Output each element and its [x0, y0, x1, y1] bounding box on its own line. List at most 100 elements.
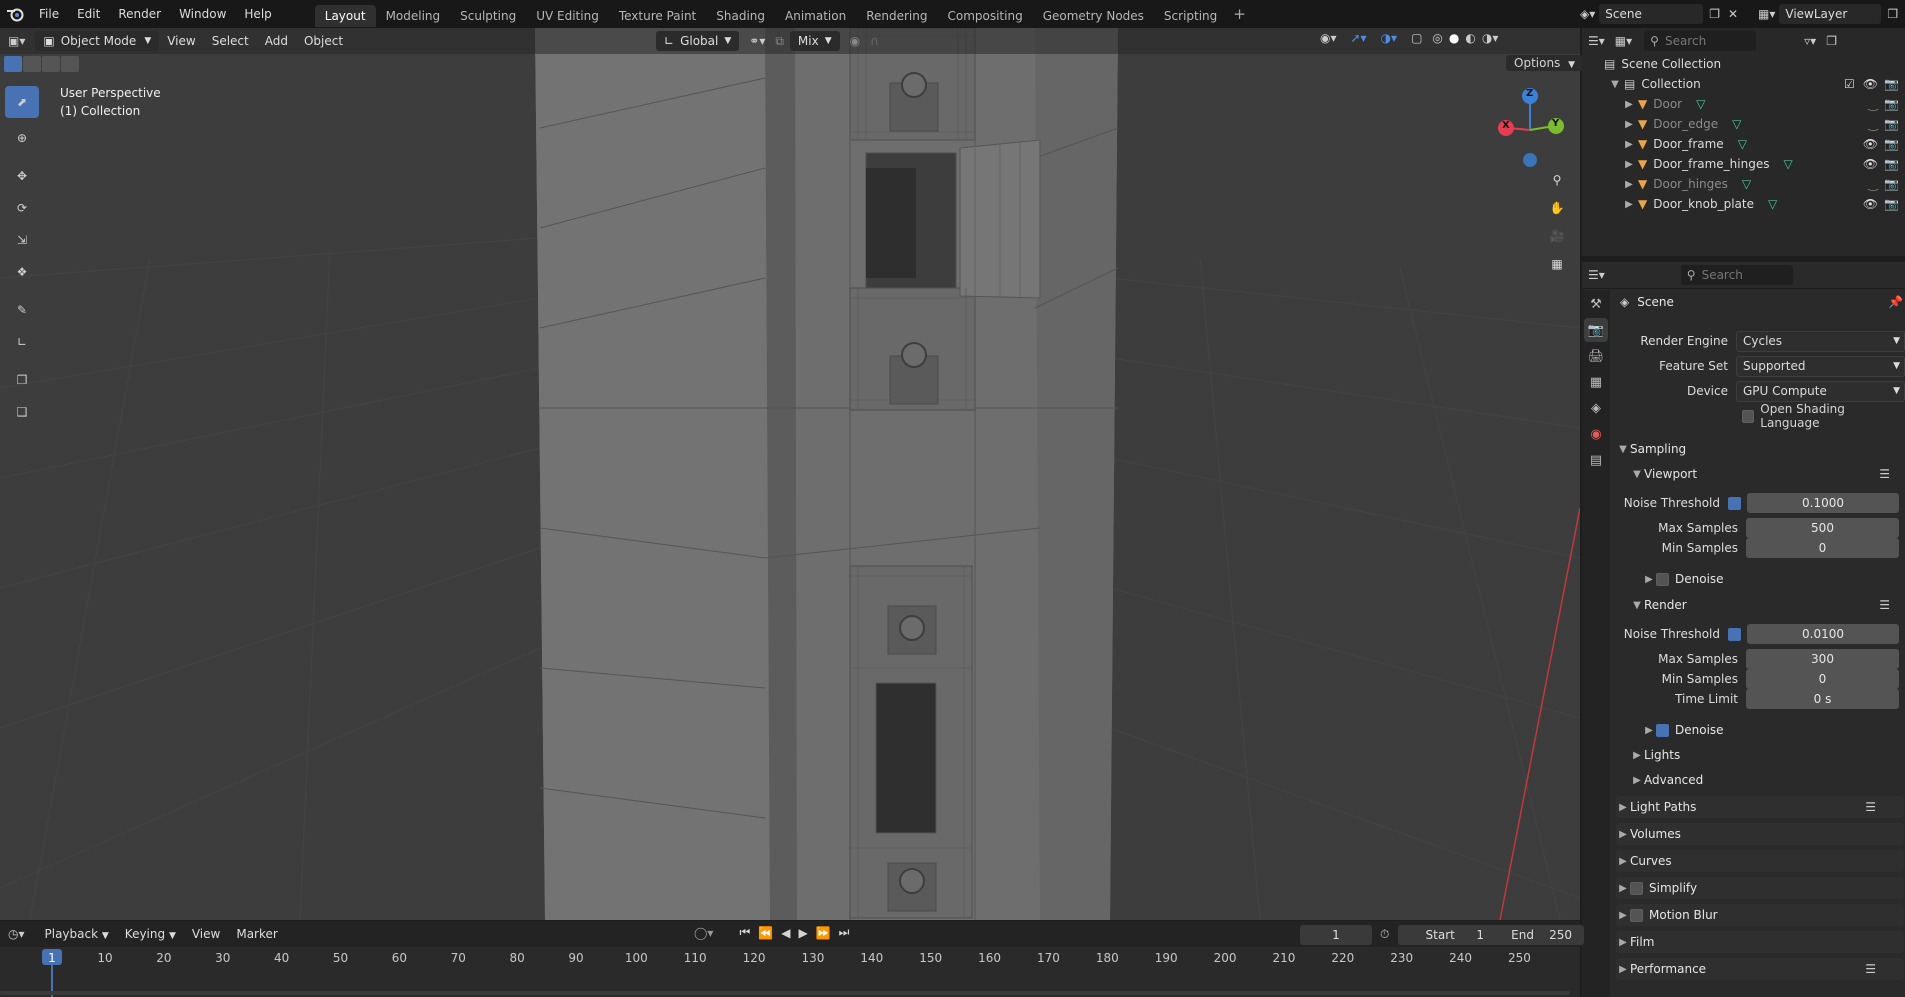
- add-primitive-tool[interactable]: ❑: [5, 396, 39, 428]
- add-cube-tool[interactable]: ❐: [5, 364, 39, 396]
- transform-tool[interactable]: ❖: [5, 256, 39, 288]
- eye-closed-icon[interactable]: ‿: [1868, 117, 1878, 131]
- xray-icon[interactable]: ▢: [1411, 31, 1422, 45]
- eye-icon[interactable]: 👁: [1863, 77, 1878, 91]
- wireframe-shading-icon[interactable]: ◎: [1432, 31, 1442, 45]
- eye-icon[interactable]: 👁: [1863, 157, 1878, 171]
- camera-icon[interactable]: 📷: [1884, 97, 1899, 111]
- menu-select[interactable]: Select: [204, 28, 257, 54]
- rotate-tool[interactable]: ⟳: [5, 192, 39, 224]
- start-frame-field[interactable]: Start 1: [1398, 925, 1496, 945]
- panel-enable-checkbox[interactable]: [1630, 881, 1643, 895]
- camera-icon[interactable]: 📷: [1884, 117, 1899, 131]
- zoom-icon[interactable]: ⚲: [1542, 166, 1572, 194]
- tab-compositing[interactable]: Compositing: [937, 5, 1032, 27]
- outliner-object-row[interactable]: ▶ ▼ Door_hinges ▽ ‿ 📷: [1582, 174, 1905, 194]
- pivot-icon[interactable]: ⚭▾: [749, 34, 765, 48]
- tab-sculpting[interactable]: Sculpting: [450, 5, 526, 27]
- material-shading-icon[interactable]: ◐: [1465, 31, 1475, 45]
- properties-search-input[interactable]: ⚲ Search: [1680, 265, 1793, 285]
- collection-tab-icon[interactable]: ▤: [1584, 448, 1608, 472]
- editor-type-icon[interactable]: ▣▾: [0, 34, 33, 48]
- menu-timeline-view[interactable]: View: [184, 923, 228, 945]
- menu-help[interactable]: Help: [235, 0, 280, 28]
- device-dropdown[interactable]: GPU Compute ▼: [1736, 380, 1905, 402]
- scene-tab-icon[interactable]: ◈: [1584, 396, 1608, 420]
- filter-icon[interactable]: ▿▾: [1804, 34, 1816, 48]
- tab-shading[interactable]: Shading: [706, 5, 775, 27]
- collection-row[interactable]: ▼ ▤ Collection ☑ 👁 📷: [1582, 74, 1905, 94]
- presets-list-icon[interactable]: ☰: [1865, 800, 1876, 814]
- select-subtract-icon[interactable]: [42, 56, 60, 72]
- render-tab-icon[interactable]: 📷: [1584, 318, 1608, 342]
- camera-icon[interactable]: 📷: [1884, 197, 1899, 211]
- new-scene-icon[interactable]: ❐: [1709, 7, 1720, 21]
- view-layer-tab-icon[interactable]: ▦: [1584, 370, 1608, 394]
- tab-layout[interactable]: Layout: [314, 4, 376, 27]
- measure-tool[interactable]: ∟: [5, 326, 39, 358]
- mode-dropdown[interactable]: ▣ Object Mode ▼: [35, 31, 160, 51]
- overlay-toggle-icon[interactable]: ◑▾: [1381, 31, 1398, 45]
- pan-hand-icon[interactable]: ✋: [1542, 194, 1572, 222]
- render-denoise-checkbox[interactable]: [1656, 723, 1669, 737]
- viewport-noise-threshold-field[interactable]: 0.1000: [1747, 493, 1899, 513]
- scene-selector[interactable]: ◈▾ Scene ❐ ✕: [1580, 4, 1738, 24]
- stopwatch-icon[interactable]: ⏱: [1380, 927, 1389, 942]
- menu-marker[interactable]: Marker: [228, 923, 285, 945]
- jump-start-icon[interactable]: ⏮: [739, 925, 750, 940]
- chevron-right-icon[interactable]: ▶: [1622, 179, 1636, 190]
- view-layer-field[interactable]: ViewLayer: [1779, 4, 1882, 24]
- tool-tab-icon[interactable]: ⚒: [1584, 292, 1608, 316]
- rendered-shading-icon[interactable]: ◑▾: [1482, 31, 1499, 45]
- menu-render[interactable]: Render: [109, 0, 170, 28]
- output-tab-icon[interactable]: 🖨: [1584, 344, 1608, 368]
- lights-subpanel-header[interactable]: ▶ Lights: [1616, 744, 1905, 766]
- render-min-samples-field[interactable]: 0: [1746, 669, 1899, 689]
- add-workspace-icon[interactable]: +: [1227, 5, 1252, 23]
- 3d-viewport[interactable]: [0, 28, 1580, 920]
- camera-icon[interactable]: 📷: [1884, 177, 1899, 191]
- cursor-tool[interactable]: ⊕: [5, 122, 39, 154]
- panel-header-light-paths[interactable]: ▶ Light Paths ☰: [1616, 796, 1904, 818]
- viewport-max-samples-field[interactable]: 500: [1746, 518, 1899, 538]
- sampling-panel-header[interactable]: ▼ Sampling: [1616, 438, 1904, 460]
- panel-header-volumes[interactable]: ▶ Volumes: [1616, 823, 1904, 845]
- timeline-editor-icon[interactable]: ◷▾: [8, 927, 25, 941]
- options-dropdown[interactable]: Options ▼: [1506, 55, 1584, 71]
- osl-checkbox[interactable]: [1741, 409, 1755, 423]
- menu-view[interactable]: View: [159, 28, 203, 54]
- world-tab-icon[interactable]: ◉: [1584, 422, 1608, 446]
- select-new-icon[interactable]: [4, 56, 22, 72]
- panel-header-film[interactable]: ▶ Film: [1616, 931, 1904, 953]
- select-intersect-icon[interactable]: [61, 56, 79, 72]
- feature-set-dropdown[interactable]: Supported ▼: [1736, 355, 1905, 377]
- proportional-edit-icon[interactable]: ◉: [850, 34, 860, 48]
- noise-threshold-checkbox[interactable]: [1728, 627, 1741, 641]
- frame-ruler[interactable]: 1 10 20 30 40 50 60 70 80 90 100 110 120 130 140 150 160…: [0, 947, 1580, 997]
- solid-shading-icon[interactable]: ●: [1449, 31, 1459, 45]
- outliner-object-row[interactable]: ▶ ▼ Door_knob_plate ▽ 👁 📷: [1582, 194, 1905, 214]
- tab-uv-editing[interactable]: UV Editing: [526, 5, 609, 27]
- outliner-editor-icon[interactable]: ☰▾: [1588, 34, 1605, 48]
- presets-list-icon[interactable]: ☰: [1879, 467, 1890, 481]
- chevron-right-icon[interactable]: ▶: [1622, 99, 1636, 110]
- pin-icon[interactable]: 📌: [1888, 295, 1903, 309]
- chevron-down-icon[interactable]: ▼: [1608, 79, 1622, 90]
- mesh-data-icon[interactable]: ▽: [1738, 137, 1863, 151]
- eye-icon[interactable]: 👁: [1863, 197, 1878, 211]
- scene-name-field[interactable]: Scene: [1599, 4, 1704, 24]
- display-mode-icon[interactable]: ▦▾: [1615, 34, 1632, 48]
- menu-window[interactable]: Window: [170, 0, 235, 28]
- viewport-denoise-header[interactable]: ▶ Denoise: [1616, 568, 1905, 590]
- blender-logo-icon[interactable]: [0, 6, 30, 22]
- gizmo-toggle-icon[interactable]: ➚▾: [1351, 31, 1367, 45]
- viewport-min-samples-field[interactable]: 0: [1746, 538, 1899, 558]
- menu-file[interactable]: File: [30, 0, 68, 28]
- chevron-right-icon[interactable]: ▶: [1622, 139, 1636, 150]
- tab-modeling[interactable]: Modeling: [376, 5, 451, 27]
- advanced-subpanel-header[interactable]: ▶ Advanced: [1616, 769, 1905, 791]
- render-subpanel-header[interactable]: ▼ Render ☰: [1616, 594, 1905, 616]
- chevron-right-icon[interactable]: ▶: [1622, 119, 1636, 130]
- visibility-icon[interactable]: ◉▾: [1320, 31, 1337, 45]
- camera-icon[interactable]: 📷: [1884, 77, 1899, 91]
